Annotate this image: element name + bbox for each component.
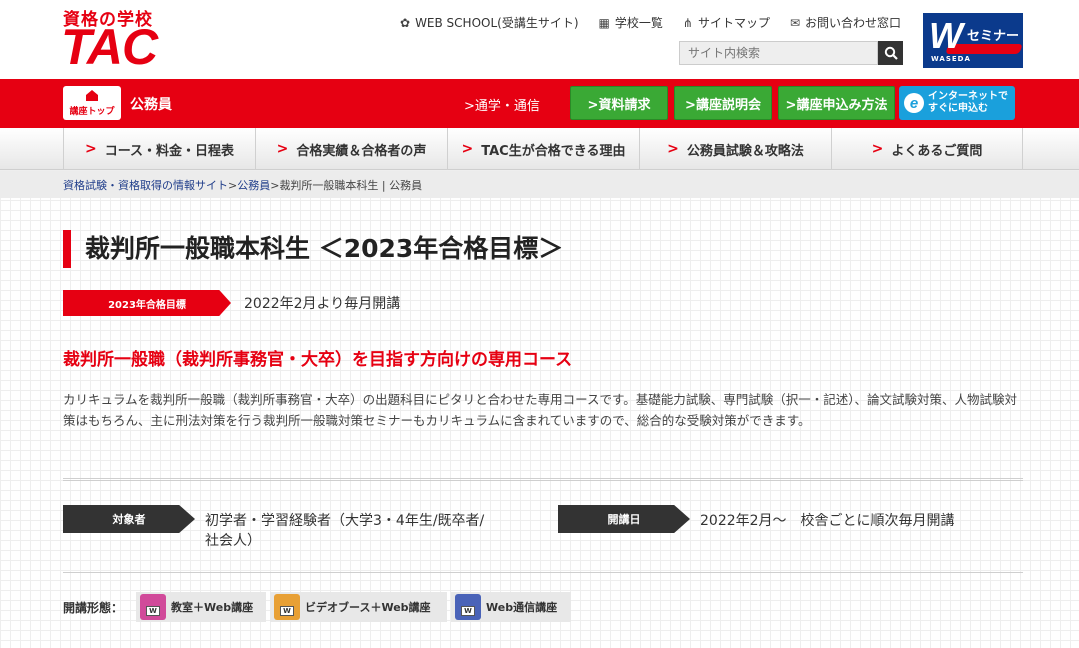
format-label: ビデオブース＋Web講座 xyxy=(305,601,431,614)
format-web-course[interactable]: W Web通信講座 xyxy=(451,592,571,622)
nav-course-fees[interactable]: > コース・料金・日程表 xyxy=(63,128,255,170)
chevron-right-icon: > xyxy=(871,141,884,157)
breadcrumb: 資格試験・資格取得の情報サイト>公務員>裁判所一般職本科生 | 公務員 xyxy=(63,177,422,193)
target-audience-line2: 社会人） xyxy=(205,533,261,549)
target-audience-value: 初学者・学習経験者（大学3・4年生/既卒者/ 社会人） xyxy=(205,511,484,551)
internet-apply-line2: すぐに申込む xyxy=(928,103,988,114)
course-top-button[interactable]: 講座トップ xyxy=(63,86,121,120)
internet-apply-button[interactable]: e インターネットで すぐに申込む xyxy=(899,86,1015,120)
breadcrumb-separator: > xyxy=(228,179,238,192)
nav-reasons[interactable]: > TAC生が合格できる理由 xyxy=(447,128,639,170)
breadcrumb-bar: 資格試験・資格取得の情報サイト>公務員>裁判所一般職本科生 | 公務員 xyxy=(0,171,1079,198)
top-link-label: WEB SCHOOL(受講生サイト) xyxy=(415,16,579,30)
top-link-sitemap[interactable]: ⋔ サイトマップ xyxy=(683,14,770,31)
chevron-right-icon: > xyxy=(667,141,679,157)
site-header: 資格の学校 TAC ✿ WEB SCHOOL(受講生サイト) ▦ 学校一覧 ⋔ … xyxy=(0,0,1079,79)
top-link-web-school[interactable]: ✿ WEB SCHOOL(受講生サイト) xyxy=(400,14,579,31)
top-link-contact[interactable]: ✉ お問い合わせ窓口 xyxy=(790,14,901,31)
format-label: 教室＋Web講座 xyxy=(171,601,254,614)
top-link-schools[interactable]: ▦ 学校一覧 xyxy=(599,14,663,31)
site-search xyxy=(679,41,903,65)
tsushin-link[interactable]: >通学・通信 xyxy=(464,95,540,114)
top-link-label: サイトマップ xyxy=(697,16,770,30)
chevron-right-icon: > xyxy=(461,141,474,157)
course-briefing-button[interactable]: >講座説明会 xyxy=(674,86,772,120)
classroom-icon: W xyxy=(140,594,166,620)
category-bar: 講座トップ 公務員 >通学・通信 >資料請求 >講座説明会 >講座申込み方法 e… xyxy=(0,79,1079,128)
nav-exam-strategy[interactable]: > 公務員試験＆攻略法 xyxy=(639,128,831,170)
w-seminar-logo[interactable]: W セミナー WASEDA xyxy=(923,13,1023,68)
video-booth-icon: W xyxy=(274,594,300,620)
top-link-label: 学校一覧 xyxy=(614,16,663,30)
target-year-tag: 2023年合格目標 xyxy=(63,290,231,316)
nav-label: 合格実績＆合格者の声 xyxy=(296,143,427,159)
format-classroom-web[interactable]: W 教室＋Web講座 xyxy=(136,592,266,622)
gear-icon: ✿ xyxy=(400,15,411,30)
breadcrumb-current: 裁判所一般職本科生 | 公務員 xyxy=(279,179,423,192)
breadcrumb-link-koumuin[interactable]: 公務員 xyxy=(237,179,270,192)
internet-apply-label: インターネットで すぐに申込む xyxy=(928,91,1008,115)
course-description: カリキュラムを裁判所一般職（裁判所事務官・大卒）の出題科目にピタリと合わせた専用… xyxy=(63,392,1018,428)
ie-icon: e xyxy=(904,93,924,113)
how-to-apply-button[interactable]: >講座申込み方法 xyxy=(778,86,895,120)
request-materials-button[interactable]: >資料請求 xyxy=(570,86,668,120)
start-schedule-text: 2022年2月より毎月開講 xyxy=(244,296,401,312)
internet-apply-line1: インターネットで xyxy=(928,91,1008,102)
breadcrumb-link-home[interactable]: 資格試験・資格取得の情報サイト xyxy=(63,179,228,192)
target-audience-label: 対象者 xyxy=(63,505,195,533)
top-link-label: お問い合わせ窓口 xyxy=(805,16,902,30)
nav-label: 公務員試験＆攻略法 xyxy=(686,143,804,159)
search-button[interactable] xyxy=(878,41,903,65)
format-video-booth-web[interactable]: W ビデオブース＋Web講座 xyxy=(270,592,447,622)
logo-waseda-text: WASEDA xyxy=(931,55,971,63)
logo-w: W xyxy=(929,15,963,56)
tac-logo[interactable]: 資格の学校 TAC xyxy=(61,5,175,75)
nav-label: よくあるご質問 xyxy=(891,143,983,159)
top-links: ✿ WEB SCHOOL(受講生サイト) ▦ 学校一覧 ⋔ サイトマップ ✉ お… xyxy=(400,14,901,31)
divider xyxy=(63,572,1023,573)
target-audience-line1: 初学者・学習経験者（大学3・4年生/既卒者/ xyxy=(205,513,485,529)
nav-label: TAC生が合格できる理由 xyxy=(481,143,626,159)
start-date-value: 2022年2月～ 校舎ごとに順次毎月開講 xyxy=(700,513,955,529)
web-course-icon: W xyxy=(455,594,481,620)
category-title: 公務員 xyxy=(130,97,172,113)
chevron-right-icon: > xyxy=(276,141,289,157)
divider xyxy=(63,478,1023,481)
building-icon: ▦ xyxy=(598,15,610,30)
start-date-label: 開講日 xyxy=(558,505,690,533)
home-icon xyxy=(86,90,98,101)
course-format-label: 開講形態： xyxy=(63,601,124,615)
logo-wordmark: TAC xyxy=(61,19,158,75)
mail-icon: ✉ xyxy=(789,15,801,30)
course-subheading: 裁判所一般職（裁判所事務官・大卒）を目指す方向けの専用コース xyxy=(63,350,573,370)
search-icon xyxy=(884,46,898,60)
course-top-label: 講座トップ xyxy=(69,107,115,117)
nav-label: コース・料金・日程表 xyxy=(104,143,235,159)
format-label: Web通信講座 xyxy=(486,601,558,614)
page-title: 裁判所一般職本科生 ＜2023年合格目標＞ xyxy=(63,230,563,268)
search-input[interactable] xyxy=(679,41,878,65)
nav-faq[interactable]: > よくあるご質問 xyxy=(831,128,1023,170)
logo-seminar-text: セミナー xyxy=(967,29,1020,44)
global-nav: > コース・料金・日程表 > 合格実績＆合格者の声 > TAC生が合格できる理由… xyxy=(0,128,1079,170)
chevron-right-icon: > xyxy=(84,141,97,157)
nav-results[interactable]: > 合格実績＆合格者の声 xyxy=(255,128,447,170)
sitemap-icon: ⋔ xyxy=(682,15,693,30)
